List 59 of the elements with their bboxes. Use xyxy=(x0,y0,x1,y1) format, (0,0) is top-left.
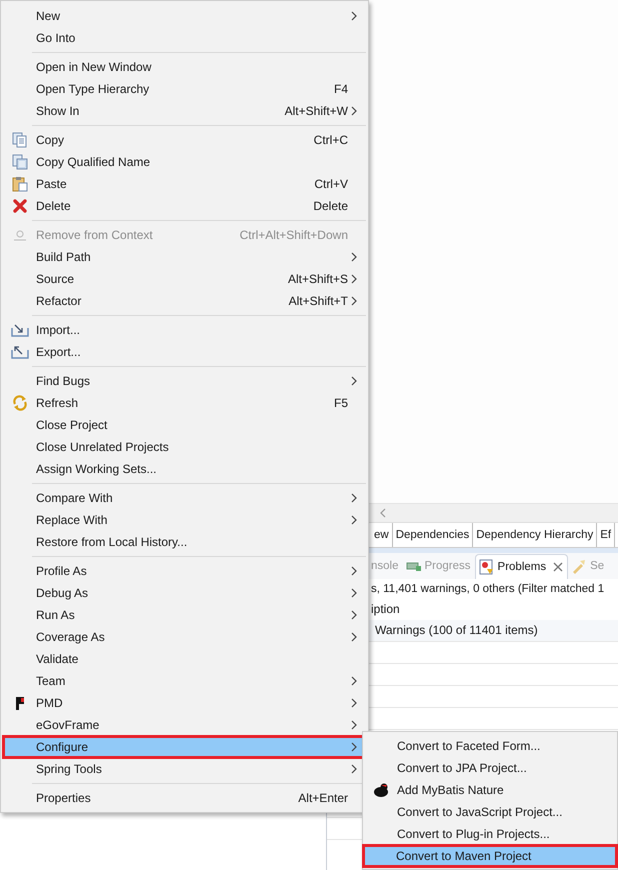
bird-icon xyxy=(372,782,390,798)
tab-label: nsole xyxy=(371,560,398,572)
menu-item[interactable]: Delete Delete xyxy=(3,195,366,217)
menu-item[interactable]: Replace With xyxy=(3,509,366,531)
menu-item[interactable]: Find Bugs xyxy=(3,370,366,392)
editor-tab[interactable]: Ef xyxy=(597,523,616,547)
menu-item[interactable]: Close Unrelated Projects xyxy=(3,436,366,458)
copy-icon xyxy=(12,132,28,148)
refresh-icon xyxy=(12,395,28,411)
menu-item[interactable]: Refactor Alt+Shift+T xyxy=(3,290,366,312)
menu-item[interactable]: Refresh F5 xyxy=(3,392,366,414)
menu-item[interactable]: New xyxy=(3,5,366,27)
menu-item[interactable]: Open in New Window xyxy=(3,56,366,78)
view-tab[interactable]: Problems xyxy=(474,554,568,578)
menu-item[interactable]: Source Alt+Shift+S xyxy=(3,268,366,290)
menu-item[interactable]: Go Into xyxy=(3,27,366,49)
clipboard-icon xyxy=(12,176,28,192)
menu-item[interactable]: Copy Ctrl+C xyxy=(3,129,366,151)
tab-label: Progress xyxy=(424,560,471,572)
problems-icon xyxy=(478,558,495,574)
menu-item[interactable]: Show In Alt+Shift+W xyxy=(3,100,366,122)
menu-item[interactable]: Convert to Faceted Form... xyxy=(364,735,617,757)
export-icon xyxy=(10,345,28,359)
import-icon xyxy=(10,323,28,337)
editor-tab[interactable]: ew xyxy=(371,523,393,547)
menu-item[interactable]: Export... xyxy=(3,341,366,363)
menu-item[interactable]: PMD xyxy=(3,692,366,714)
editor-tab[interactable]: Dependencies xyxy=(392,523,474,547)
editor-tab[interactable]: Dependency Hierarchy xyxy=(473,523,598,547)
menu-item[interactable]: eGovFrame xyxy=(3,714,366,736)
menu-item[interactable]: Compare With xyxy=(3,487,366,509)
menu-item[interactable]: Validate xyxy=(3,648,366,670)
menu-item[interactable]: Add MyBatis Nature xyxy=(364,779,617,801)
menu-item[interactable]: Convert to Plug-in Projects... xyxy=(364,823,617,845)
menu-item[interactable]: Convert to JPA Project... xyxy=(364,757,617,779)
delete-icon xyxy=(12,198,28,214)
menu-item[interactable]: Team xyxy=(3,670,366,692)
menu-item[interactable]: Profile As xyxy=(3,560,366,582)
menu-item[interactable]: Close Project xyxy=(3,414,366,436)
close-icon[interactable] xyxy=(553,562,564,572)
menu-item[interactable]: Open Type Hierarchy F4 xyxy=(3,78,366,100)
menu-item[interactable]: Coverage As xyxy=(3,626,366,648)
menu-item[interactable]: Build Path xyxy=(3,246,366,268)
menu-item[interactable]: Convert to Maven Project xyxy=(363,845,617,867)
menu-item[interactable]: Copy Qualified Name xyxy=(3,151,366,173)
problems-summary: s, 11,401 warnings, 0 others (Filter matched 1 xyxy=(371,582,606,597)
tab-label: Problems xyxy=(498,560,546,572)
menu-item[interactable]: Paste Ctrl+V xyxy=(3,173,366,195)
menu-item[interactable]: Run As xyxy=(3,604,366,626)
tab-label: Se xyxy=(590,560,604,572)
menu-item[interactable]: Import... xyxy=(3,319,366,341)
copy-icon xyxy=(12,154,28,170)
scroll-left-icon[interactable] xyxy=(379,508,387,518)
menu-item[interactable]: Debug As xyxy=(3,582,366,604)
menu-item[interactable]: Spring Tools xyxy=(3,758,366,780)
menu-item[interactable]: Assign Working Sets... xyxy=(3,458,366,480)
menu-item[interactable]: Properties Alt+Enter xyxy=(3,787,366,809)
menu-item[interactable]: Restore from Local History... xyxy=(3,531,366,553)
menu-item[interactable]: Convert to JavaScript Project... xyxy=(364,801,617,823)
